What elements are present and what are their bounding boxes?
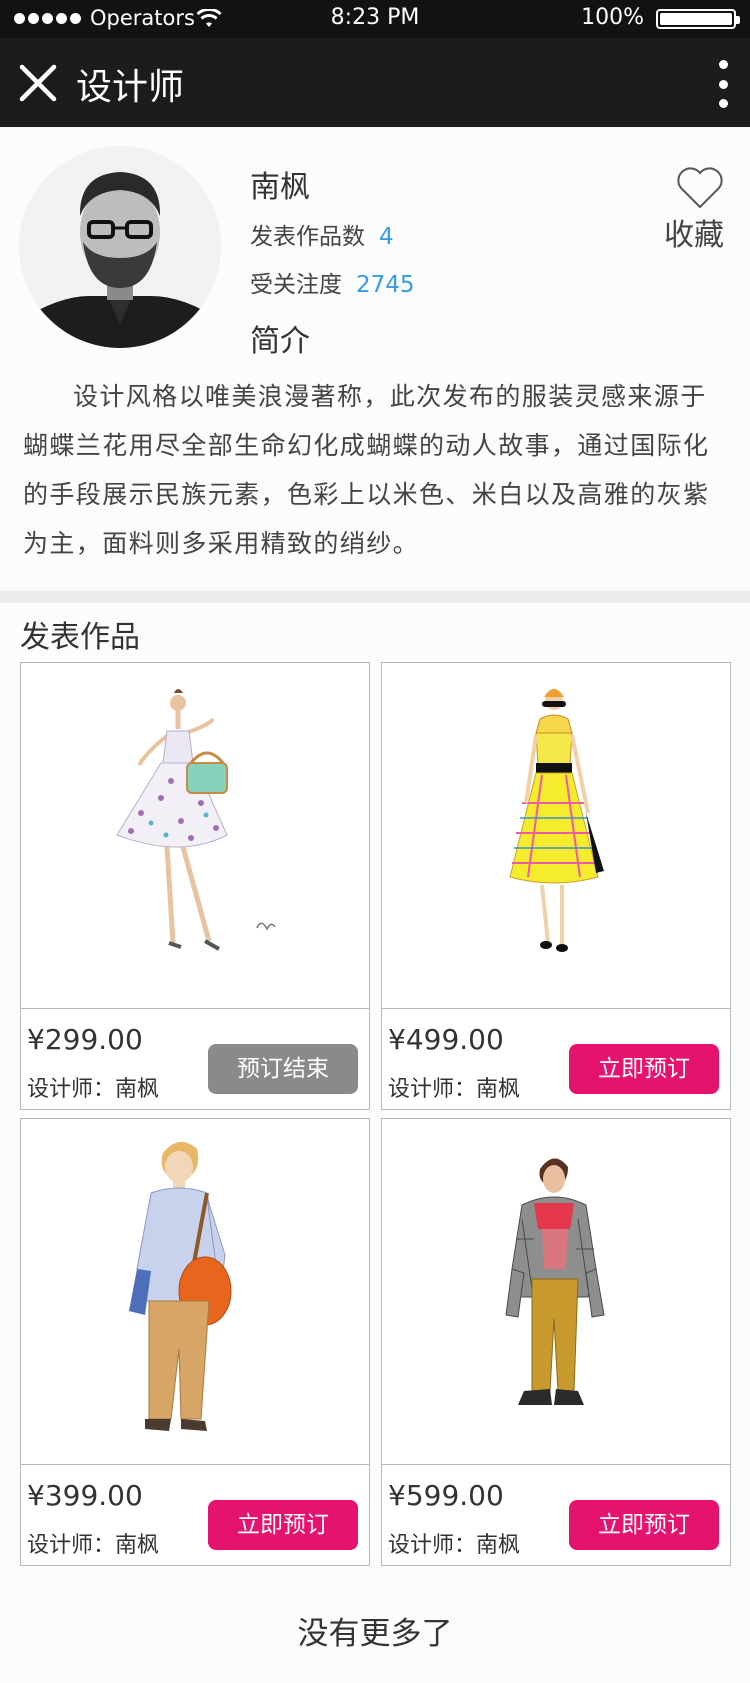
no-more-text: 没有更多了 (297, 1616, 453, 1652)
work-price: ¥599.00 (388, 1479, 504, 1512)
status-bar: Operators 8:23 PM 100% (0, 0, 750, 38)
heart-icon (677, 167, 723, 209)
favorite-label: 收藏 (664, 218, 724, 253)
attention-stat: 受关注度 2745 (250, 265, 415, 299)
work-card[interactable]: ¥399.00 设计师：南枫 立即预订 (20, 1118, 370, 1566)
designer-bio: 设计风格以唯美浪漫著称，此次发布的服装灵感来源于蝴蝶兰花用尽全部生命幻化成蝴蝶的… (23, 382, 710, 558)
work-price: ¥499.00 (388, 1023, 504, 1056)
page-title: 设计师 (76, 67, 185, 108)
order-now-button[interactable]: 立即预订 (569, 1500, 719, 1550)
work-image[interactable] (21, 1119, 369, 1465)
intro-heading: 简介 (250, 324, 310, 359)
work-designer: 设计师：南枫 (27, 1077, 160, 1102)
section-divider (0, 591, 750, 603)
order-now-button[interactable]: 立即预订 (208, 1500, 358, 1550)
designer-name: 南枫 (250, 170, 310, 205)
booking-ended-button: 预订结束 (208, 1044, 358, 1094)
attention-value: 2745 (356, 272, 415, 298)
work-card[interactable]: ¥499.00 设计师：南枫 立即预订 (381, 662, 731, 1110)
designer-avatar (19, 146, 221, 348)
order-now-button[interactable]: 立即预订 (569, 1044, 719, 1094)
works-section-title: 发表作品 (20, 620, 140, 655)
favorite-button[interactable]: 收藏 (664, 166, 732, 253)
work-card[interactable]: ¥599.00 设计师：南枫 立即预订 (381, 1118, 731, 1566)
close-icon[interactable] (18, 63, 58, 103)
battery-percentage: 100% (581, 5, 644, 30)
work-image[interactable] (382, 663, 730, 1009)
battery-icon (656, 9, 740, 29)
work-designer: 设计师：南枫 (388, 1077, 521, 1102)
work-designer: 设计师：南枫 (27, 1533, 160, 1558)
work-price: ¥399.00 (27, 1479, 143, 1512)
work-card[interactable]: ¥299.00 设计师：南枫 预订结束 (20, 662, 370, 1110)
work-designer: 设计师：南枫 (388, 1533, 521, 1558)
nav-bar: 设计师 (0, 38, 750, 127)
work-price: ¥299.00 (27, 1023, 143, 1056)
works-count-label: 发表作品数 (250, 224, 365, 250)
attention-label: 受关注度 (250, 272, 342, 298)
works-count-stat: 发表作品数 4 (250, 217, 394, 251)
work-image[interactable] (382, 1119, 730, 1465)
works-count-value: 4 (379, 224, 394, 250)
work-image[interactable] (21, 663, 369, 1009)
more-menu-icon[interactable] (716, 60, 730, 108)
